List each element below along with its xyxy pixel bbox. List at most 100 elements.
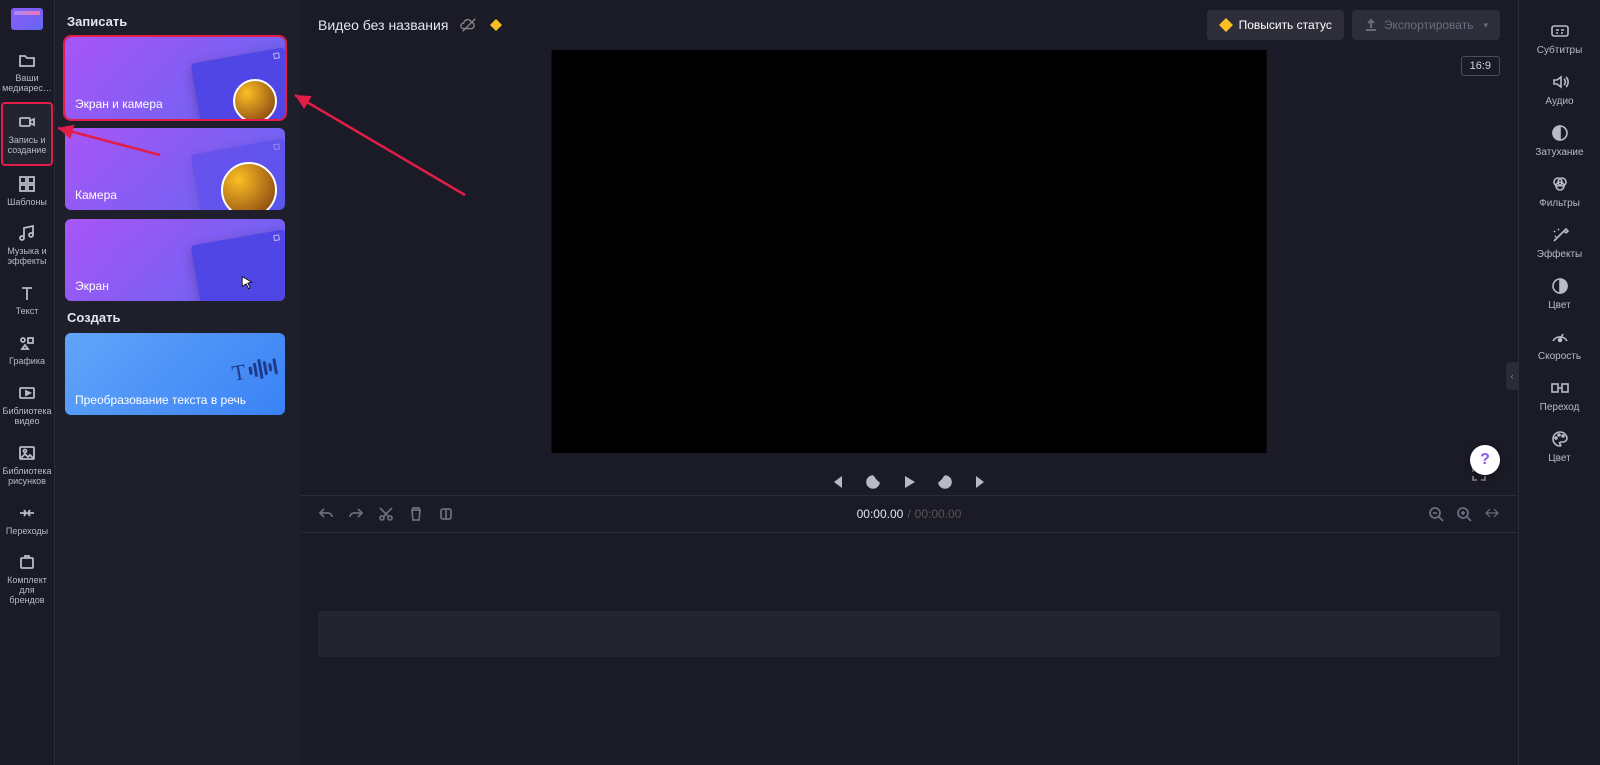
skip-end-button[interactable] bbox=[972, 473, 990, 491]
right-subtitles[interactable]: Субтитры bbox=[1525, 14, 1595, 63]
zoom-in-button[interactable] bbox=[1456, 506, 1472, 522]
right-speed[interactable]: Скорость bbox=[1525, 320, 1595, 369]
nav-text[interactable]: Текст bbox=[1, 275, 53, 325]
music-icon bbox=[17, 223, 37, 243]
upload-icon bbox=[1364, 18, 1378, 32]
split-button[interactable] bbox=[438, 506, 454, 522]
preview-canvas[interactable] bbox=[552, 50, 1267, 453]
timeline-toolbar: 00:00.00/00:00.00 bbox=[300, 495, 1518, 533]
speed-icon bbox=[1550, 327, 1570, 347]
card-camera[interactable]: Камера bbox=[65, 128, 285, 210]
records-panel: Записать Экран и камера Камера Экран Соз… bbox=[55, 0, 300, 765]
nav-label: Текст bbox=[16, 307, 39, 317]
nav-music[interactable]: Музыка и эффекты bbox=[1, 215, 53, 275]
nav-label: Шаблоны bbox=[7, 198, 47, 208]
timeline-area[interactable] bbox=[300, 533, 1518, 765]
zoom-out-button[interactable] bbox=[1428, 506, 1444, 522]
help-button[interactable]: ? bbox=[1470, 445, 1500, 475]
nav-your-media[interactable]: Ваши медиарес… bbox=[1, 42, 53, 102]
redo-button[interactable] bbox=[348, 506, 364, 522]
templates-icon bbox=[17, 174, 37, 194]
video-lib-icon bbox=[17, 383, 37, 403]
time-current: 00:00.00 bbox=[857, 507, 904, 521]
create-heading: Создать bbox=[67, 310, 288, 325]
zoom-fit-button[interactable] bbox=[1484, 506, 1500, 522]
topbar: Видео без названия Повысить статус Экспо… bbox=[300, 0, 1518, 50]
playback-controls bbox=[828, 473, 990, 491]
card-screen[interactable]: Экран bbox=[65, 219, 285, 301]
diamond-icon bbox=[1219, 18, 1233, 32]
upgrade-button[interactable]: Повысить статус bbox=[1207, 10, 1344, 40]
aspect-ratio-button[interactable]: 16:9 bbox=[1461, 56, 1500, 76]
app-logo bbox=[11, 8, 43, 30]
tts-icon: T bbox=[230, 353, 279, 386]
brand-icon bbox=[17, 552, 37, 572]
nav-label: Ваши медиарес… bbox=[2, 74, 52, 94]
rewind-button[interactable] bbox=[864, 473, 882, 491]
cc-icon bbox=[1550, 21, 1570, 41]
forward-button[interactable] bbox=[936, 473, 954, 491]
transition-icon bbox=[1550, 378, 1570, 398]
export-button[interactable]: Экспортировать ▾ bbox=[1352, 10, 1500, 40]
timeline-track[interactable] bbox=[318, 611, 1500, 657]
camera-icon bbox=[17, 112, 37, 132]
left-sidebar: Ваши медиарес… Запись и создание Шаблоны… bbox=[0, 0, 55, 765]
nav-templates[interactable]: Шаблоны bbox=[1, 166, 53, 216]
button-label: Повысить статус bbox=[1239, 18, 1332, 32]
chevron-down-icon: ▾ bbox=[1483, 20, 1488, 31]
nav-graphics[interactable]: Графика bbox=[1, 325, 53, 375]
card-screen-and-camera[interactable]: Экран и камера bbox=[65, 37, 285, 119]
nav-record-create[interactable]: Запись и создание bbox=[1, 102, 53, 166]
right-color-picker[interactable]: Цвет bbox=[1525, 422, 1595, 471]
card-label: Экран bbox=[75, 279, 109, 293]
fade-icon bbox=[1550, 123, 1570, 143]
record-heading: Записать bbox=[67, 14, 288, 29]
project-title[interactable]: Видео без названия bbox=[318, 17, 448, 33]
nav-video-library[interactable]: Библиотека видео bbox=[1, 375, 53, 435]
avatar-icon bbox=[233, 79, 277, 119]
nav-image-library[interactable]: Библиотека рисунков bbox=[1, 435, 53, 495]
nav-label: Переходы bbox=[6, 527, 48, 537]
image-lib-icon bbox=[17, 443, 37, 463]
palette-icon bbox=[1550, 429, 1570, 449]
right-audio[interactable]: Аудио bbox=[1525, 65, 1595, 114]
skip-start-button[interactable] bbox=[828, 473, 846, 491]
collapse-right-panel[interactable]: ‹ bbox=[1506, 362, 1518, 390]
card-text-to-speech[interactable]: T Преобразование текста в речь bbox=[65, 333, 285, 415]
nav-transitions[interactable]: Переходы bbox=[1, 495, 53, 545]
filters-icon bbox=[1550, 174, 1570, 194]
card-label: Преобразование текста в речь bbox=[75, 393, 246, 407]
avatar-icon bbox=[221, 162, 277, 210]
nav-label: Комплект для брендов bbox=[3, 576, 51, 606]
nav-label: Графика bbox=[9, 357, 45, 367]
timeline-timecode: 00:00.00/00:00.00 bbox=[857, 507, 962, 521]
transitions-icon bbox=[17, 503, 37, 523]
nav-label: Музыка и эффекты bbox=[3, 247, 51, 267]
effects-icon bbox=[1550, 225, 1570, 245]
card-label: Камера bbox=[75, 188, 117, 202]
play-button[interactable] bbox=[900, 473, 918, 491]
right-effects[interactable]: Эффекты bbox=[1525, 218, 1595, 267]
time-total: 00:00.00 bbox=[915, 507, 962, 521]
right-fade[interactable]: Затухание bbox=[1525, 116, 1595, 165]
nav-label: Запись и создание bbox=[5, 136, 49, 156]
folder-icon bbox=[17, 50, 37, 70]
text-icon bbox=[17, 283, 37, 303]
contrast-icon bbox=[1550, 276, 1570, 296]
nav-brand-kit[interactable]: Комплект для брендов bbox=[1, 544, 53, 614]
card-label: Экран и камера bbox=[75, 97, 163, 111]
right-sidebar: Субтитры Аудио Затухание Фильтры Эффекты… bbox=[1518, 0, 1600, 765]
right-transition[interactable]: Переход bbox=[1525, 371, 1595, 420]
right-color-adjust[interactable]: Цвет bbox=[1525, 269, 1595, 318]
cloud-off-icon bbox=[460, 16, 478, 34]
cursor-icon bbox=[239, 275, 255, 291]
undo-button[interactable] bbox=[318, 506, 334, 522]
window-mock-icon bbox=[191, 229, 285, 301]
nav-label: Библиотека рисунков bbox=[3, 467, 52, 487]
delete-button[interactable] bbox=[408, 506, 424, 522]
right-filters[interactable]: Фильтры bbox=[1525, 167, 1595, 216]
diamond-icon bbox=[490, 19, 502, 31]
cut-button[interactable] bbox=[378, 506, 394, 522]
speaker-icon bbox=[1550, 72, 1570, 92]
graphics-icon bbox=[17, 333, 37, 353]
